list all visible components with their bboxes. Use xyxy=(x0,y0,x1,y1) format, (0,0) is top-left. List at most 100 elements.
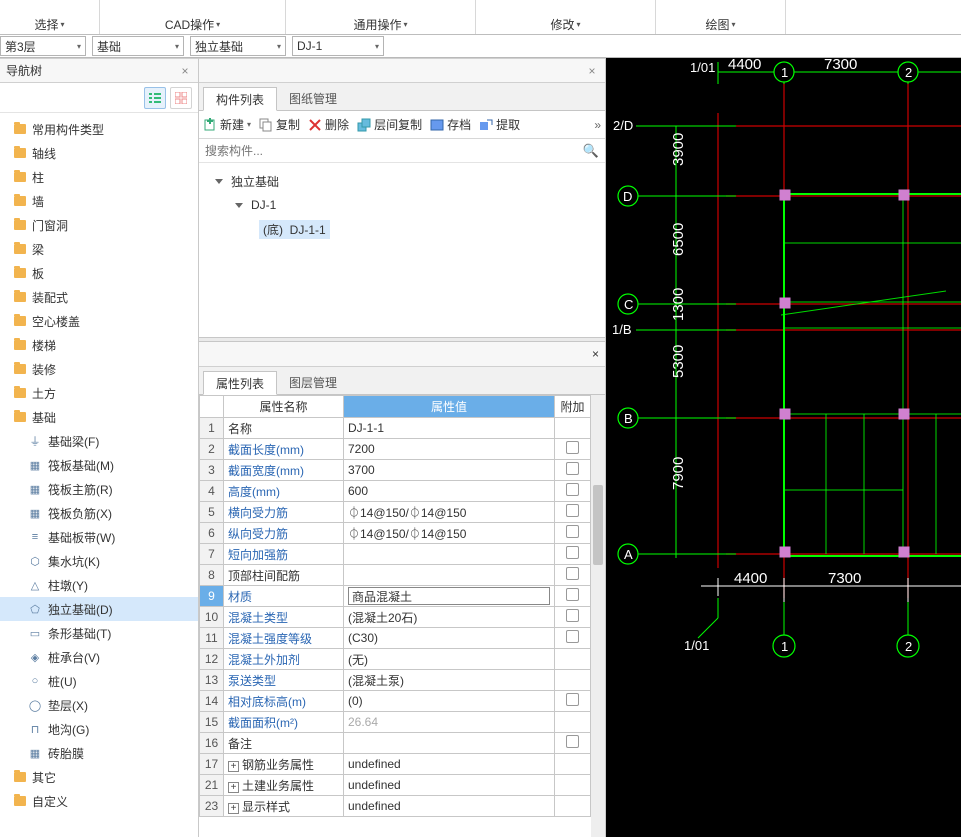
property-row[interactable]: 17+钢筋业务属性undefined xyxy=(200,754,591,775)
property-scrollbar[interactable] xyxy=(591,395,605,837)
tab-layer-manage[interactable]: 图层管理 xyxy=(277,370,349,394)
property-value-cell[interactable]: ⏀14@150/⏀14@150 xyxy=(344,502,555,523)
property-value-cell[interactable]: (混凝土20石) xyxy=(344,607,555,628)
nav-close-button[interactable]: × xyxy=(178,64,192,78)
nav-item[interactable]: 轴线 xyxy=(0,141,198,165)
property-row[interactable]: 12混凝土外加剂(无) xyxy=(200,649,591,670)
search-icon[interactable]: 🔍 xyxy=(583,143,599,159)
checkbox[interactable] xyxy=(566,483,579,496)
nav-subitem[interactable]: △柱墩(Y) xyxy=(0,573,198,597)
property-row[interactable]: 4高度(mm)600 xyxy=(200,481,591,502)
property-value-cell[interactable]: undefined xyxy=(344,775,555,796)
delete-button[interactable]: 删除 xyxy=(308,116,349,133)
property-value-cell[interactable]: 7200 xyxy=(344,439,555,460)
checkbox[interactable] xyxy=(566,693,579,706)
checkbox[interactable] xyxy=(566,630,579,643)
property-value-cell[interactable]: (C30) xyxy=(344,628,555,649)
property-value-cell[interactable]: 3700 xyxy=(344,460,555,481)
property-row[interactable]: 21+土建业务属性undefined xyxy=(200,775,591,796)
tree-item-l1[interactable]: DJ-1 xyxy=(199,193,605,217)
category-combo[interactable]: 基础▾ xyxy=(92,36,184,56)
property-row[interactable]: 11混凝土强度等级(C30) xyxy=(200,628,591,649)
nav-item[interactable]: 土方 xyxy=(0,381,198,405)
checkbox[interactable] xyxy=(566,504,579,517)
property-value-cell[interactable]: 26.64 xyxy=(344,712,555,733)
copy-button[interactable]: 复制 xyxy=(259,116,300,133)
property-value-input[interactable] xyxy=(348,587,550,605)
search-input[interactable] xyxy=(205,144,583,158)
floor-copy-button[interactable]: 层间复制 xyxy=(357,116,422,133)
nav-subitem[interactable]: ▭条形基础(T) xyxy=(0,621,198,645)
property-value-cell[interactable]: (无) xyxy=(344,649,555,670)
checkbox[interactable] xyxy=(566,567,579,580)
extract-button[interactable]: 提取 xyxy=(479,116,520,133)
property-value-cell[interactable]: ⏀14@150/⏀14@150 xyxy=(344,523,555,544)
nav-item[interactable]: 柱 xyxy=(0,165,198,189)
checkbox[interactable] xyxy=(566,462,579,475)
property-value-cell[interactable]: (0) xyxy=(344,691,555,712)
property-grid[interactable]: 属性名称 属性值 附加 1名称DJ-1-12截面长度(mm)72003截面宽度(… xyxy=(199,395,591,837)
nav-subitem[interactable]: ▦筏板负筋(X) xyxy=(0,501,198,525)
property-value-cell[interactable] xyxy=(344,586,555,607)
property-row[interactable]: 1名称DJ-1-1 xyxy=(200,418,591,439)
nav-subitem[interactable]: ⬠独立基础(D) xyxy=(0,597,198,621)
nav-subitem[interactable]: ◯垫层(X) xyxy=(0,693,198,717)
nav-item[interactable]: 板 xyxy=(0,261,198,285)
property-value-cell[interactable]: (混凝土泵) xyxy=(344,670,555,691)
toolbar-more-button[interactable]: » xyxy=(594,118,601,132)
checkbox[interactable] xyxy=(566,546,579,559)
nav-item[interactable]: 空心楼盖 xyxy=(0,309,198,333)
component-combo[interactable]: DJ-1▾ xyxy=(292,36,384,56)
nav-subitem[interactable]: ▦砖胎膜 xyxy=(0,741,198,765)
checkbox[interactable] xyxy=(566,588,579,601)
nav-item[interactable]: 楼梯 xyxy=(0,333,198,357)
nav-item[interactable]: 墙 xyxy=(0,189,198,213)
tree-root[interactable]: 独立基础 xyxy=(199,169,605,193)
nav-subitem[interactable]: ≡基础板带(W) xyxy=(0,525,198,549)
tree-item-l2[interactable]: (底) DJ-1-1 xyxy=(199,217,605,241)
property-row[interactable]: 8顶部柱间配筋 xyxy=(200,565,591,586)
ribbon-label-select[interactable]: 选择▾ xyxy=(34,16,64,33)
checkbox[interactable] xyxy=(566,609,579,622)
property-value-cell[interactable] xyxy=(344,544,555,565)
floor-combo[interactable]: 第3层▾ xyxy=(0,36,86,56)
property-value-cell[interactable]: undefined xyxy=(344,796,555,817)
property-row[interactable]: 6纵向受力筋⏀14@150/⏀14@150 xyxy=(200,523,591,544)
property-row[interactable]: 15截面面积(m²)26.64 xyxy=(200,712,591,733)
tab-component-list[interactable]: 构件列表 xyxy=(203,87,277,111)
property-value-cell[interactable]: DJ-1-1 xyxy=(344,418,555,439)
nav-subitem[interactable]: ⬡集水坑(K) xyxy=(0,549,198,573)
property-value-cell[interactable] xyxy=(344,733,555,754)
ribbon-label-draw[interactable]: 绘图▾ xyxy=(705,16,735,33)
property-value-cell[interactable]: undefined xyxy=(344,754,555,775)
tab-property-list[interactable]: 属性列表 xyxy=(203,371,277,395)
property-row[interactable]: 10混凝土类型(混凝土20石) xyxy=(200,607,591,628)
property-row[interactable]: 23+显示样式undefined xyxy=(200,796,591,817)
property-value-cell[interactable]: 600 xyxy=(344,481,555,502)
property-row[interactable]: 13泵送类型(混凝土泵) xyxy=(200,670,591,691)
ribbon-label-common[interactable]: 通用操作▾ xyxy=(353,16,407,33)
component-close-button[interactable]: × xyxy=(585,64,599,78)
tab-drawing-manage[interactable]: 图纸管理 xyxy=(277,86,349,110)
property-row[interactable]: 9材质 xyxy=(200,586,591,607)
nav-item[interactable]: 门窗洞 xyxy=(0,213,198,237)
property-close-button[interactable]: × xyxy=(592,347,599,361)
nav-subitem[interactable]: ◈桩承台(V) xyxy=(0,645,198,669)
nav-item[interactable]: 梁 xyxy=(0,237,198,261)
checkbox[interactable] xyxy=(566,525,579,538)
ribbon-label-modify[interactable]: 修改▾ xyxy=(550,16,580,33)
property-row[interactable]: 2截面长度(mm)7200 xyxy=(200,439,591,460)
nav-subitem[interactable]: ⊓地沟(G) xyxy=(0,717,198,741)
nav-item[interactable]: 常用构件类型 xyxy=(0,117,198,141)
checkbox[interactable] xyxy=(566,735,579,748)
property-row[interactable]: 16备注 xyxy=(200,733,591,754)
nav-subitem[interactable]: ▦筏板基础(M) xyxy=(0,453,198,477)
drawing-canvas[interactable]: 1/01 4400 1 7300 2 D 2/D C 1/B B A 3900 xyxy=(606,58,961,837)
component-tree[interactable]: 独立基础 DJ-1 (底) DJ-1-1 xyxy=(199,163,605,337)
nav-item[interactable]: 装修 xyxy=(0,357,198,381)
archive-button[interactable]: 存档 xyxy=(430,116,471,133)
property-value-cell[interactable] xyxy=(344,565,555,586)
expand-icon[interactable]: + xyxy=(228,761,239,772)
property-row[interactable]: 14相对底标高(m)(0) xyxy=(200,691,591,712)
new-button[interactable]: 新建▾ xyxy=(203,116,251,133)
